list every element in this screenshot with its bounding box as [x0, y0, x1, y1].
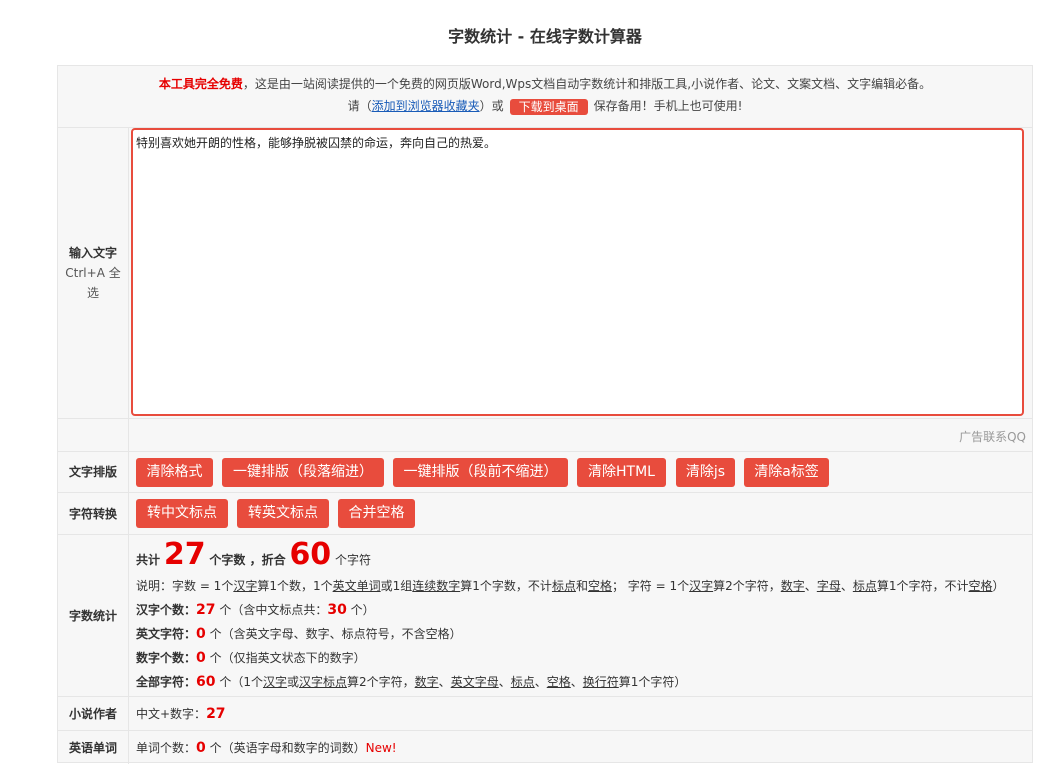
explanation-line: 说明：字数 = 1个汉字算1个数，1个英文单词或1组连续数字算1个字数，不计标点…: [136, 579, 1005, 593]
num-count: 0: [196, 650, 206, 666]
ad-contact[interactable]: 广告联系QQ: [959, 428, 1026, 445]
convert-label: 字符转换: [58, 493, 129, 534]
to-en-punct-button[interactable]: 转英文标点: [237, 499, 329, 528]
convert-row: 字符转换 转中文标点 转英文标点 合并空格: [58, 492, 1032, 534]
page-title: 字数统计 - 在线字数计算器: [448, 27, 642, 46]
novel-count: 27: [206, 706, 226, 722]
stats-label: 字数统计: [58, 535, 129, 696]
intro-section: 本工具完全免费，这是由一站阅读提供的一个免费的网页版Word,Wps文档自动字数…: [58, 66, 1032, 127]
english-row: 英语单词 单词个数：0 个（英语字母和数字的词数）New!: [58, 730, 1032, 764]
stats-row: 字数统计 共计 27 个字数 ，折合 60 个字符 说明：字数 = 1个汉字算1…: [58, 534, 1032, 696]
all-chars-count: 60: [196, 674, 216, 690]
ad-row: 广告联系QQ: [58, 418, 1032, 451]
please-text: 请（: [347, 99, 372, 113]
save-tip: 保存备用！手机上也可使用!: [593, 99, 743, 113]
word-count: 27: [163, 537, 206, 572]
select-all-hint: Ctrl+A 全选: [65, 266, 121, 300]
novel-line: 中文+数字：27: [136, 706, 226, 722]
hanzi-count: 27: [196, 602, 216, 618]
num-count-line: 数字个数：0 个（仅指英文状态下的数字）: [136, 650, 366, 666]
format-row: 文字排版 清除格式 一键排版（段落缩进） 一键排版（段前不缩进） 清除HTML …: [58, 451, 1032, 492]
english-line: 单词个数：0 个（英语字母和数字的词数）New!: [136, 740, 397, 756]
merge-spaces-button[interactable]: 合并空格: [338, 499, 415, 528]
english-content: 单词个数：0 个（英语字母和数字的词数）New!: [130, 731, 1032, 764]
intro-description: ，这是由一站阅读提供的一个免费的网页版Word,Wps文档自动字数统计和排版工具…: [242, 77, 932, 91]
intro-line-1: 本工具完全免费，这是由一站阅读提供的一个免费的网页版Word,Wps文档自动字数…: [58, 75, 1032, 92]
hanzi-count-line: 汉字个数：27 个（含中文标点共：30 个）: [136, 602, 375, 618]
total-prefix: 共计: [136, 553, 161, 567]
input-label-main: 输入文字: [68, 246, 117, 260]
to-cn-punct-button[interactable]: 转中文标点: [136, 499, 228, 528]
intro-line-2: 请（添加到浏览器收藏夹）或 下载到桌面 保存备用！手机上也可使用!: [58, 97, 1032, 115]
auto-layout-no-indent-button[interactable]: 一键排版（段前不缩进）: [393, 458, 568, 487]
format-buttons: 清除格式 一键排版（段落缩进） 一键排版（段前不缩进） 清除HTML 清除js …: [130, 452, 1032, 492]
clear-html-button[interactable]: 清除HTML: [577, 458, 666, 487]
novel-label: 小说作者: [58, 697, 129, 730]
text-input[interactable]: 特别喜欢她开朗的性格，能够挣脱被囚禁的命运，奔向自己的热爱。: [131, 128, 1024, 416]
en-count: 0: [196, 626, 206, 642]
free-label: 本工具完全免费: [158, 77, 243, 91]
char-unit: 个字符: [335, 553, 372, 567]
clear-format-button[interactable]: 清除格式: [136, 458, 213, 487]
ad-row-content: 广告联系QQ: [130, 419, 1032, 451]
add-favorites-link[interactable]: 添加到浏览器收藏夹: [372, 99, 480, 113]
total-line: 共计 27 个字数 ，折合 60 个字符: [136, 537, 371, 572]
convert-buttons: 转中文标点 转英文标点 合并空格: [130, 493, 1032, 534]
stats-content: 共计 27 个字数 ，折合 60 个字符 说明：字数 = 1个汉字算1个数，1个…: [130, 535, 1032, 696]
english-word-count: 0: [196, 740, 206, 756]
word-unit: 个字数 ，折合: [209, 553, 286, 567]
novel-content: 中文+数字：27: [130, 697, 1032, 730]
new-badge: New!: [365, 741, 397, 755]
en-count-line: 英文字符：0 个（含英文字母、数字、标点符号，不含空格）: [136, 626, 462, 642]
auto-layout-indent-button[interactable]: 一键排版（段落缩进）: [222, 458, 384, 487]
novel-row: 小说作者 中文+数字：27: [58, 696, 1032, 730]
ad-row-label: [58, 419, 129, 451]
char-count: 60: [289, 537, 332, 572]
input-label: 输入文字 Ctrl+A 全选: [58, 128, 129, 418]
english-label: 英语单词: [58, 731, 129, 764]
hanzi-punct-count: 30: [327, 602, 347, 618]
all-chars-line: 全部字符：60 个（1个汉字或汉字标点算2个字符，数字、英文字母、标点、空格、换…: [136, 674, 687, 690]
format-label: 文字排版: [58, 452, 129, 492]
download-desktop-button[interactable]: 下载到桌面: [509, 98, 588, 115]
clear-js-button[interactable]: 清除js: [676, 458, 735, 487]
clear-a-tag-button[interactable]: 清除a标签: [744, 458, 829, 487]
or-text: ）或: [479, 99, 504, 113]
tool-panel: 本工具完全免费，这是由一站阅读提供的一个免费的网页版Word,Wps文档自动字数…: [57, 65, 1033, 764]
